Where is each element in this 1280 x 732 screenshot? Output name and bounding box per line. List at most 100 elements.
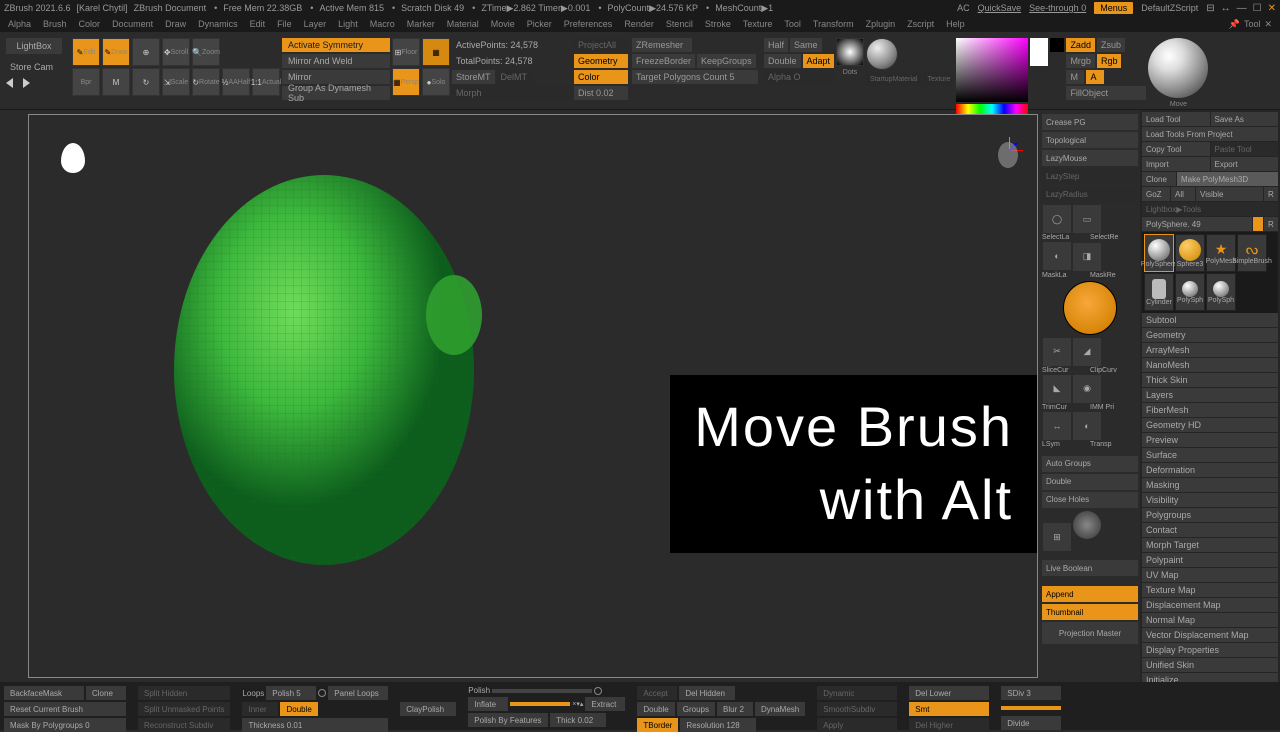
menu-brush[interactable]: Brush bbox=[43, 19, 67, 29]
sdiv-bar[interactable] bbox=[1001, 706, 1061, 710]
menu-macro[interactable]: Macro bbox=[370, 19, 395, 29]
dist-slider[interactable]: Dist 0.02 bbox=[574, 86, 628, 100]
smt-button[interactable]: Smt bbox=[909, 702, 989, 716]
smooth-subdiv-button[interactable]: SmoothSubdiv bbox=[817, 702, 897, 716]
lazyradius-slider[interactable]: LazyRadius bbox=[1042, 186, 1138, 202]
solo-button[interactable]: ●Solo bbox=[422, 68, 450, 96]
mrgb-button[interactable]: Mrgb bbox=[1066, 54, 1095, 68]
backface-mask-button[interactable]: BackfaceMask bbox=[4, 686, 84, 700]
menu-file[interactable]: File bbox=[277, 19, 292, 29]
scale-button[interactable]: ⇲Scale bbox=[162, 68, 190, 96]
mask-rect-icon[interactable]: ◨ bbox=[1073, 243, 1101, 271]
select-rect-icon[interactable]: ▭ bbox=[1073, 205, 1101, 233]
seethrough-slider[interactable]: See-through 0 bbox=[1029, 3, 1086, 13]
tool-thumb-polymesh[interactable]: ★PolyMesh bbox=[1206, 234, 1236, 272]
tool-thumb-polysp1[interactable]: PolySph bbox=[1175, 273, 1205, 311]
polysphere-count[interactable]: PolySphere. 49 bbox=[1142, 217, 1252, 231]
goz-visible-button[interactable]: Visible bbox=[1196, 187, 1263, 201]
apply-button[interactable]: Apply bbox=[817, 718, 897, 732]
lightbox-button[interactable]: LightBox bbox=[6, 38, 62, 54]
divide-button[interactable]: Divide bbox=[1001, 716, 1061, 730]
imm-primitive-icon[interactable]: ◉ bbox=[1073, 375, 1101, 403]
maximize-icon[interactable]: ☐ bbox=[1253, 3, 1262, 14]
import-button[interactable]: Import bbox=[1142, 157, 1210, 171]
menu-draw[interactable]: Draw bbox=[165, 19, 186, 29]
m-button[interactable]: M bbox=[1066, 70, 1084, 84]
menu-marker[interactable]: Marker bbox=[407, 19, 435, 29]
menu-alpha[interactable]: Alpha bbox=[8, 19, 31, 29]
actual-button[interactable]: 1:1Actual bbox=[252, 68, 280, 96]
menu-zplugin[interactable]: Zplugin bbox=[866, 19, 896, 29]
freeze-border-button[interactable]: FreezeBorder bbox=[632, 54, 695, 68]
dock-icon[interactable]: ⊟ bbox=[1206, 3, 1214, 14]
target-polygons-slider[interactable]: Target Polygons Count 5 bbox=[632, 70, 758, 84]
swatch-black[interactable] bbox=[1050, 38, 1064, 52]
mask-lasso-icon[interactable]: ◐ bbox=[1043, 242, 1071, 270]
half-button[interactable]: Half bbox=[764, 38, 788, 52]
close-icon[interactable]: ✕ bbox=[1268, 3, 1276, 14]
minimize-icon[interactable]: — bbox=[1237, 3, 1247, 14]
split-unmasked-button[interactable]: Split Unmasked Points bbox=[138, 702, 230, 716]
fill-object-button[interactable]: FillObject bbox=[1066, 86, 1146, 100]
same-button[interactable]: Same bbox=[790, 38, 822, 52]
brush-preview-circle[interactable] bbox=[1063, 281, 1117, 335]
tool-section-thick-skin[interactable]: Thick Skin bbox=[1142, 373, 1278, 387]
accept-button[interactable]: Accept bbox=[637, 686, 677, 700]
tool-section-unified-skin[interactable]: Unified Skin bbox=[1142, 658, 1278, 672]
zoom-button[interactable]: 🔍Zoom bbox=[192, 38, 220, 66]
lazymouse-button[interactable]: LazyMouse bbox=[1042, 150, 1138, 166]
load-project-button[interactable]: Load Tools From Project bbox=[1142, 127, 1278, 141]
paste-tool-button[interactable]: Paste Tool bbox=[1211, 142, 1279, 156]
tool-section-display-properties[interactable]: Display Properties bbox=[1142, 643, 1278, 657]
menus-button[interactable]: Menus bbox=[1094, 2, 1133, 14]
tool-thumb-sphere3d[interactable]: Sphere3 bbox=[1175, 234, 1205, 272]
zadd-button[interactable]: Zadd bbox=[1066, 38, 1095, 52]
adapt-button[interactable]: Adapt bbox=[803, 54, 835, 68]
inflate-button[interactable]: Inflate bbox=[468, 697, 508, 711]
reconstruct-button[interactable]: Reconstruct Subdiv bbox=[138, 718, 230, 732]
tool-section-texture-map[interactable]: Texture Map bbox=[1142, 583, 1278, 597]
zremesher-button[interactable]: ZRemesher bbox=[632, 38, 692, 52]
menu-movie[interactable]: Movie bbox=[491, 19, 515, 29]
goz-all-button[interactable]: All bbox=[1171, 187, 1195, 201]
menu-edit[interactable]: Edit bbox=[250, 19, 266, 29]
startup-material[interactable]: StartupMaterial bbox=[866, 72, 921, 86]
save-as-button[interactable]: Save As bbox=[1211, 112, 1279, 126]
tool-section-visibility[interactable]: Visibility bbox=[1142, 493, 1278, 507]
blur-slider[interactable]: Blur 2 bbox=[717, 702, 753, 716]
keep-groups-button[interactable]: KeepGroups bbox=[697, 54, 756, 68]
tool-section-surface[interactable]: Surface bbox=[1142, 448, 1278, 462]
store-cam-button[interactable]: Store Cam bbox=[6, 60, 70, 74]
polish-toggle-icon[interactable] bbox=[318, 689, 326, 697]
menu-material[interactable]: Material bbox=[447, 19, 479, 29]
alpha-o-button[interactable]: Alpha O bbox=[764, 70, 834, 84]
menu-picker[interactable]: Picker bbox=[527, 19, 552, 29]
viewport[interactable]: Move Brush with Alt bbox=[28, 114, 1038, 678]
persp-button[interactable]: ▦Persp bbox=[392, 68, 420, 96]
quicksave-button[interactable]: QuickSave bbox=[978, 3, 1022, 13]
clone-button[interactable]: Clone bbox=[1142, 172, 1176, 186]
append-button[interactable]: Append bbox=[1042, 586, 1138, 602]
prev-cam-icon[interactable] bbox=[6, 78, 13, 88]
del-higher-button[interactable]: Del Higher bbox=[909, 718, 989, 732]
hue-strip[interactable] bbox=[956, 104, 1028, 114]
tool-section-subtool[interactable]: Subtool bbox=[1142, 313, 1278, 327]
double-loops-button[interactable]: Double bbox=[280, 702, 317, 716]
project-all-button[interactable]: ProjectAll bbox=[574, 38, 628, 52]
menu-stroke[interactable]: Stroke bbox=[705, 19, 731, 29]
scale-mode-button[interactable]: M bbox=[102, 68, 130, 96]
floor-button[interactable]: ⊞Floor bbox=[392, 38, 420, 66]
alpha-thumb[interactable] bbox=[836, 38, 864, 66]
tool-section-morph-target[interactable]: Morph Target bbox=[1142, 538, 1278, 552]
swap-icon[interactable]: ↔ bbox=[1221, 3, 1231, 14]
color-picker[interactable] bbox=[956, 38, 1028, 102]
rotate-button[interactable]: ↻Rotate bbox=[192, 68, 220, 96]
tool-thumb-polysp2[interactable]: PolySph bbox=[1206, 273, 1236, 311]
tool-section-uv-map[interactable]: UV Map bbox=[1142, 568, 1278, 582]
tool-section-displacement-map[interactable]: Displacement Map bbox=[1142, 598, 1278, 612]
auto-groups-button[interactable]: Auto Groups bbox=[1042, 456, 1138, 472]
tool-section-normal-map[interactable]: Normal Map bbox=[1142, 613, 1278, 627]
default-zscript[interactable]: DefaultZScript bbox=[1141, 3, 1198, 13]
next-cam-icon[interactable] bbox=[23, 78, 30, 88]
menu-light[interactable]: Light bbox=[338, 19, 358, 29]
